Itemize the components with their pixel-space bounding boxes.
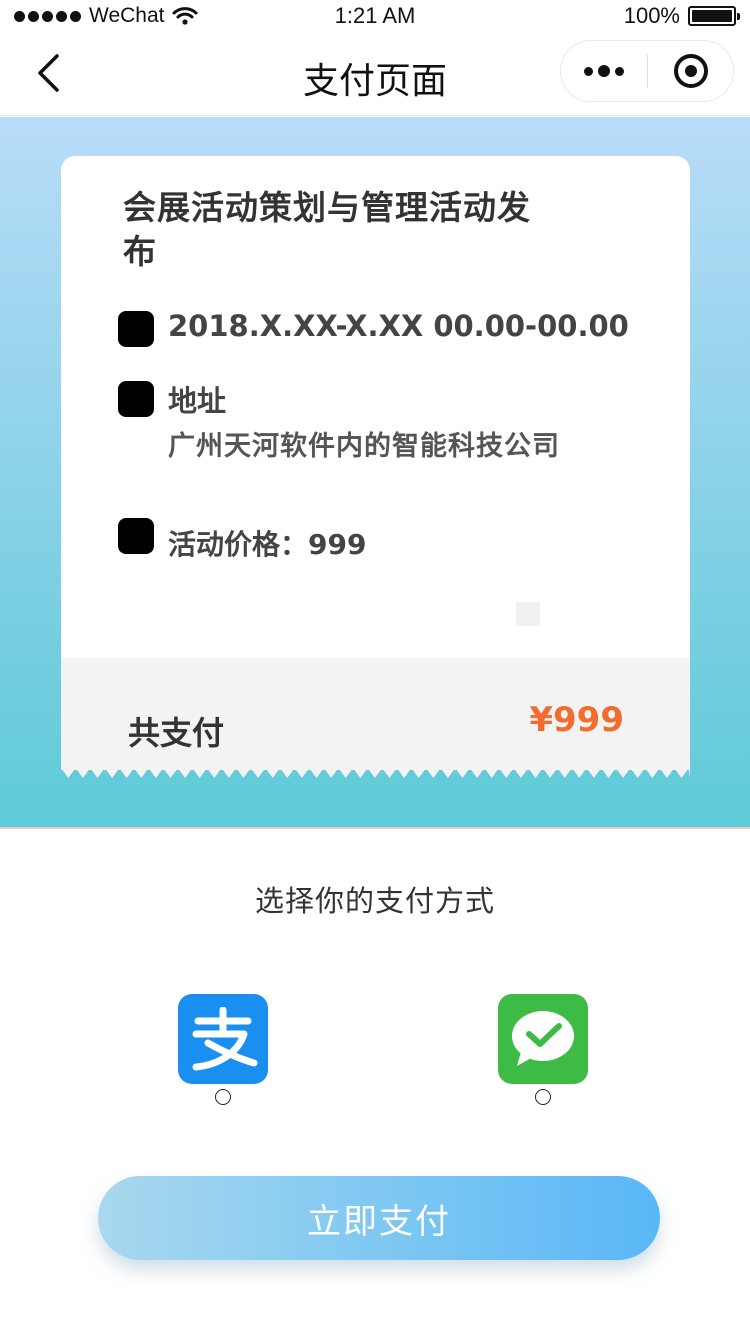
event-datetime: 2018.X.XX-X.XX 00.00-00.00 bbox=[168, 309, 629, 343]
payment-option-wechat[interactable] bbox=[498, 994, 590, 1114]
divider bbox=[0, 827, 750, 829]
pay-now-button[interactable]: 立即支付 bbox=[98, 1176, 660, 1260]
time-icon bbox=[118, 311, 154, 347]
battery-percent: 100% bbox=[623, 3, 680, 28]
status-bar: WeChat 1:21 AM 100% bbox=[0, 0, 750, 30]
more-button[interactable] bbox=[561, 41, 647, 101]
event-price: 活动价格：999 bbox=[168, 528, 367, 561]
nav-bar: 支付页面 bbox=[0, 30, 750, 116]
total-amount: ¥999 bbox=[529, 700, 624, 740]
close-program-button[interactable] bbox=[648, 41, 733, 101]
order-details: 会展活动策划与管理活动发布 2018.X.XX-X.XX 00.00-00.00… bbox=[61, 156, 690, 658]
placeholder-image bbox=[516, 602, 540, 626]
status-right: 100% bbox=[623, 3, 740, 29]
event-title: 会展活动策划与管理活动发布 bbox=[123, 188, 531, 271]
alipay-radio[interactable] bbox=[215, 1089, 231, 1105]
order-card: 会展活动策划与管理活动发布 2018.X.XX-X.XX 00.00-00.00… bbox=[61, 156, 690, 782]
address-label: 地址 bbox=[168, 384, 227, 418]
battery-icon bbox=[688, 6, 740, 26]
receipt-edge bbox=[61, 768, 690, 778]
more-dots-icon bbox=[584, 66, 593, 76]
price-icon bbox=[118, 518, 154, 554]
payment-option-alipay[interactable] bbox=[178, 994, 270, 1114]
alipay-icon bbox=[178, 994, 268, 1084]
mini-program-capsule bbox=[560, 40, 734, 102]
wechat-radio[interactable] bbox=[535, 1089, 551, 1105]
target-circle-icon bbox=[673, 54, 708, 88]
wechat-pay-icon bbox=[498, 994, 588, 1084]
location-icon bbox=[118, 381, 154, 417]
payment-heading: 选择你的支付方式 bbox=[254, 884, 495, 918]
total-label: 共支付 bbox=[128, 714, 225, 752]
event-address: 广州天河软件内的智能科技公司 bbox=[168, 431, 560, 462]
